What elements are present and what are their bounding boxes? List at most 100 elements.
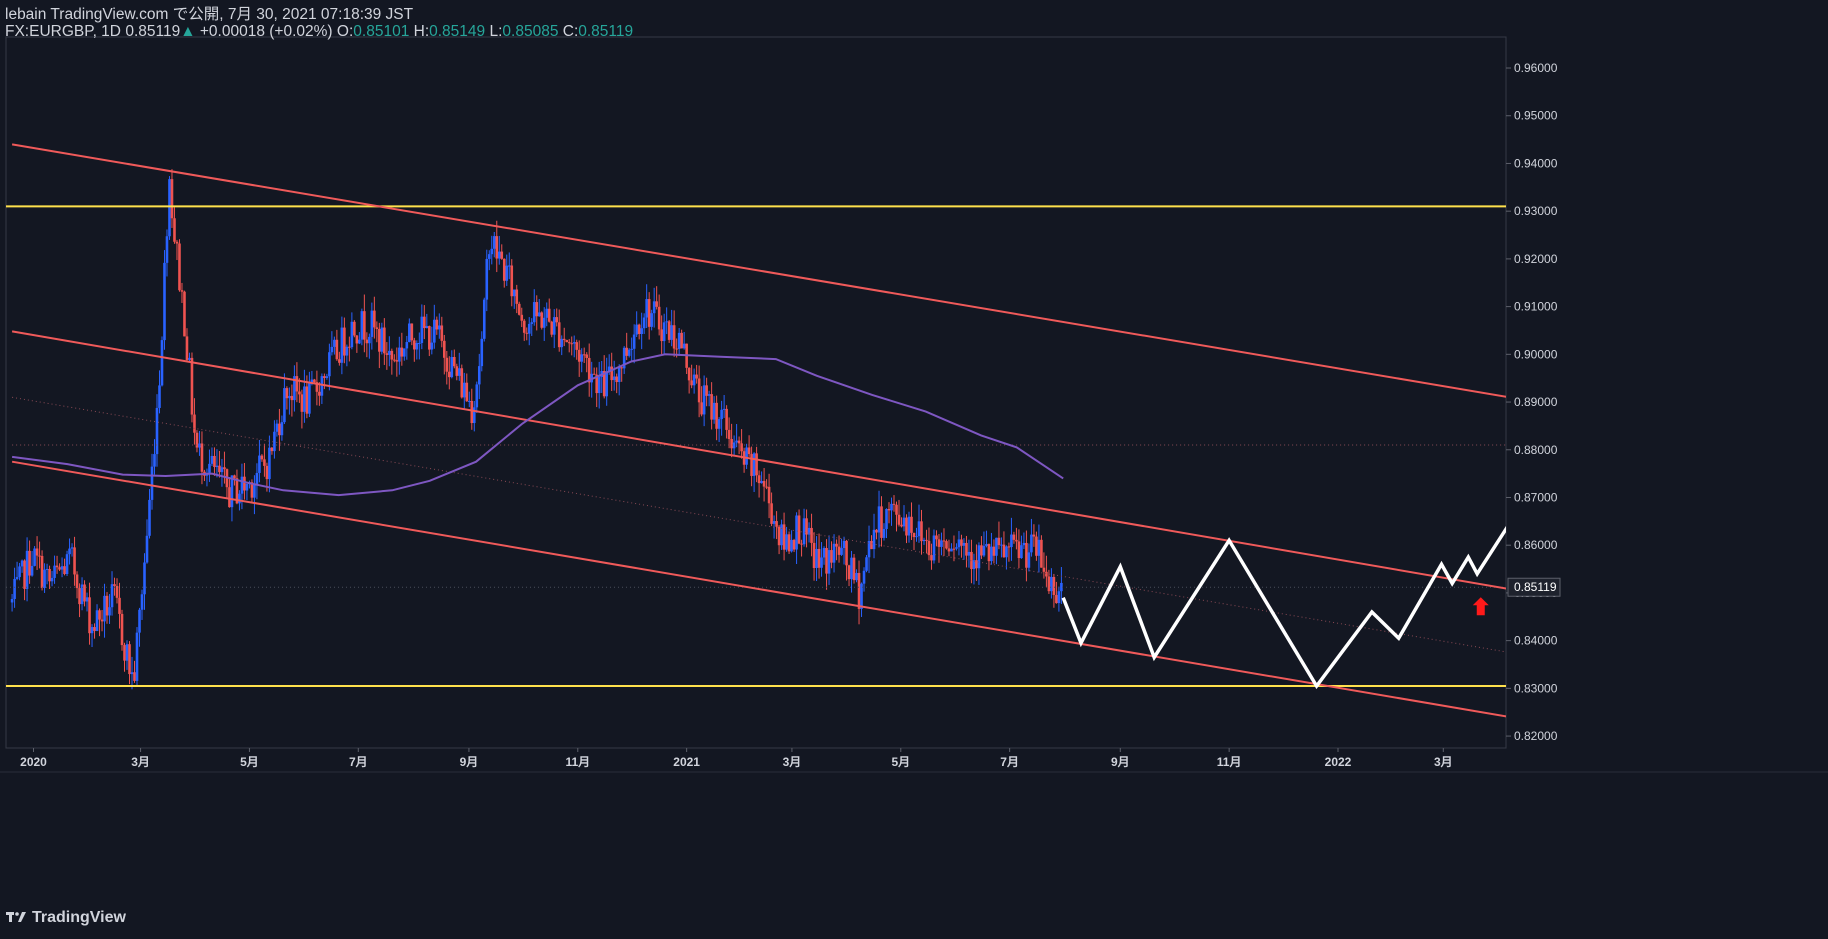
candle [765, 479, 768, 490]
candle [980, 536, 983, 559]
candle [547, 298, 551, 323]
candle [20, 559, 24, 573]
candle [867, 525, 871, 574]
candle [390, 348, 394, 375]
candle [50, 571, 54, 587]
candle [785, 526, 788, 552]
candle [767, 473, 771, 519]
candle [620, 365, 623, 382]
candle-body [990, 546, 993, 562]
candle [1002, 531, 1006, 558]
candle [617, 364, 621, 396]
candle-body [108, 607, 111, 616]
candle-body [55, 565, 59, 568]
candle [755, 446, 758, 483]
candle [567, 338, 571, 353]
candle [18, 562, 21, 581]
candle-body [190, 357, 194, 415]
y-tick-label: 0.93000 [1514, 204, 1558, 218]
candle-body [517, 303, 521, 315]
candle-body [555, 317, 559, 323]
candle [882, 523, 886, 541]
candle [830, 541, 833, 569]
candle-body [927, 540, 931, 556]
candle-body [732, 442, 736, 449]
candle-body [795, 515, 798, 550]
candle-body [1012, 534, 1016, 540]
high-value: 0.85149 [429, 23, 486, 40]
candle-body [945, 541, 948, 549]
candle-body [457, 368, 461, 376]
candle-body [640, 328, 643, 334]
candle-body [585, 354, 589, 358]
candle-body [255, 472, 259, 485]
candle-body [550, 321, 554, 335]
chart-container: 0.96000 0.95000 0.94000 0.93000 0.92000 0.910… [0, 0, 1828, 939]
candle [550, 320, 554, 338]
candle [555, 308, 559, 327]
candle-body [430, 342, 434, 350]
candle [380, 322, 384, 355]
candle-body [847, 565, 851, 580]
candle [95, 604, 99, 632]
candle-body [305, 386, 309, 414]
tradingview-brand[interactable]: TradingView [6, 909, 126, 927]
candle [430, 326, 434, 355]
candle-body [545, 308, 549, 318]
candle-body [98, 610, 101, 620]
y-tick-label: 0.82000 [1514, 729, 1558, 743]
x-tick-label: 2020 [20, 755, 47, 769]
candle-body [620, 367, 623, 369]
candle-body [760, 480, 763, 484]
candle-body [445, 357, 449, 372]
candle-body [338, 359, 341, 363]
price-chart[interactable]: 0.96000 0.95000 0.94000 0.93000 0.92000 0.910… [0, 0, 1828, 939]
candle [173, 207, 176, 244]
candle [997, 521, 1001, 550]
candle-body [942, 540, 946, 542]
candle [720, 400, 723, 436]
ohlc-legend: FX:EURGBP, 1D 0.85119▲ +0.00018 (+0.02%)… [5, 23, 633, 40]
candle [637, 323, 641, 340]
candle [907, 511, 911, 543]
candle-body [652, 301, 656, 314]
candle-body [470, 400, 474, 424]
candle [228, 477, 231, 508]
candle [742, 447, 746, 473]
candle-body [175, 241, 179, 244]
candle [952, 535, 956, 562]
candle-body [605, 371, 608, 397]
candle-body [113, 584, 116, 586]
candle-body [425, 326, 429, 329]
candle [475, 381, 479, 413]
candle [343, 317, 346, 364]
candle-body [165, 236, 169, 263]
candle [640, 312, 643, 350]
candle-body [757, 475, 761, 484]
candle-body [135, 632, 139, 681]
candle-body [907, 516, 911, 536]
candle [340, 316, 344, 375]
candle [335, 329, 339, 361]
candle-body [727, 429, 731, 439]
candle [905, 514, 908, 544]
candle-body [840, 548, 843, 555]
candle-body [100, 619, 104, 622]
candle [275, 419, 279, 437]
y-tick-label: 0.91000 [1514, 300, 1558, 314]
candle-body [472, 407, 476, 424]
candle [1055, 581, 1058, 604]
candle-body [180, 290, 184, 292]
candle [333, 336, 336, 355]
candle [890, 497, 893, 526]
candle [522, 318, 526, 341]
candle-body [822, 547, 826, 558]
candle [85, 592, 89, 612]
candle-body [188, 357, 191, 360]
candle [662, 313, 666, 354]
candle [118, 582, 121, 629]
candle [972, 553, 976, 585]
candle-body [712, 402, 716, 420]
candle-body [253, 484, 256, 498]
candle [15, 561, 19, 581]
